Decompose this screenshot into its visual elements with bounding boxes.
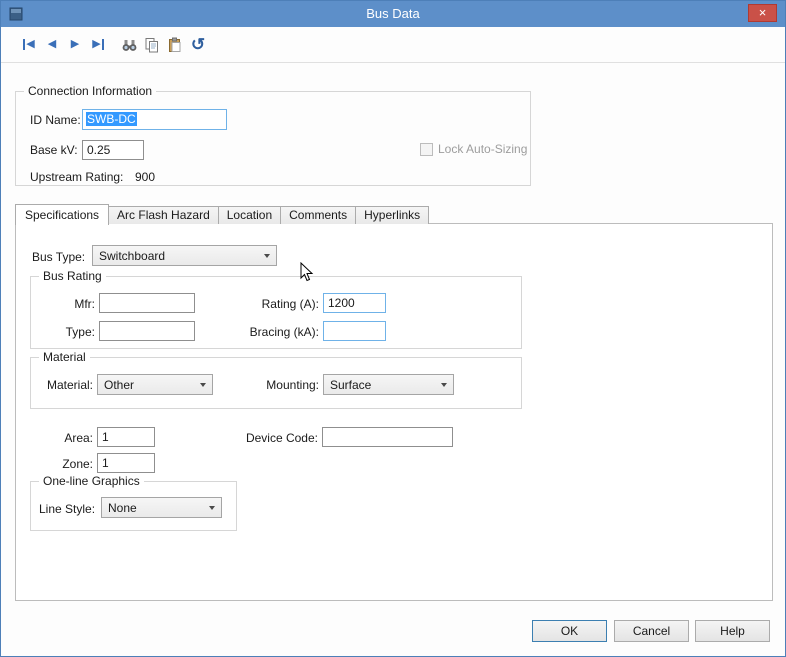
line-style-dropdown[interactable]: None <box>101 497 222 518</box>
type-input[interactable] <box>99 321 195 341</box>
area-input[interactable] <box>97 427 155 447</box>
bus-type-value: Switchboard <box>99 249 165 263</box>
base-kv-label: Base kV: <box>30 143 78 157</box>
refresh-icon: ↺ <box>191 36 205 53</box>
id-name-selected-text: SWB-DC <box>86 112 137 126</box>
mfr-label: Mfr: <box>39 297 95 311</box>
refresh-button[interactable]: ↺ <box>188 35 208 55</box>
window-title: Bus Data <box>1 1 785 27</box>
paste-icon <box>167 37 183 53</box>
mounting-label: Mounting: <box>231 378 319 392</box>
rating-input[interactable] <box>323 293 386 313</box>
rating-label: Rating (A): <box>209 297 319 311</box>
close-button[interactable]: × <box>748 4 777 22</box>
one-line-graphics-group: One-line Graphics Line Style: None <box>30 481 237 531</box>
tab-strip: Specifications Arc Flash Hazard Location… <box>15 204 429 224</box>
tab-comments[interactable]: Comments <box>280 206 356 224</box>
connection-information-group-title: Connection Information <box>24 84 156 98</box>
id-name-label: ID Name: <box>30 113 81 127</box>
base-kv-input[interactable] <box>82 140 144 160</box>
copy-button[interactable] <box>142 35 162 55</box>
id-name-input[interactable]: SWB-DC <box>82 109 227 130</box>
material-dropdown[interactable]: Other <box>97 374 213 395</box>
mfr-input[interactable] <box>99 293 195 313</box>
material-value: Other <box>104 378 134 392</box>
bus-data-dialog: Bus Data × ◀ ◀ ▶ ▶ ↺ Connection Informat… <box>0 0 786 657</box>
mounting-value: Surface <box>330 378 371 392</box>
previous-record-button[interactable]: ◀ <box>42 35 62 55</box>
material-group: Material Material: Other Mounting: Surfa… <box>30 357 522 409</box>
toolbar: ◀ ◀ ▶ ▶ ↺ <box>1 27 785 63</box>
tab-hyperlinks[interactable]: Hyperlinks <box>355 206 429 224</box>
find-button[interactable] <box>119 35 139 55</box>
last-record-icon: ▶ <box>92 39 103 50</box>
chevron-down-icon <box>441 383 447 387</box>
upstream-rating-value: 900 <box>135 170 155 184</box>
first-record-icon: ◀ <box>23 39 34 50</box>
line-style-value: None <box>108 501 137 515</box>
tab-arc-flash-hazard[interactable]: Arc Flash Hazard <box>108 206 219 224</box>
bus-type-dropdown[interactable]: Switchboard <box>92 245 277 266</box>
binoculars-icon <box>121 37 138 53</box>
mounting-dropdown[interactable]: Surface <box>323 374 454 395</box>
chevron-down-icon <box>209 506 215 510</box>
bus-type-label: Bus Type: <box>32 250 85 264</box>
bus-rating-group: Bus Rating Mfr: Rating (A): Type: Bracin… <box>30 276 522 349</box>
connection-information-group: Connection Information ID Name: SWB-DC B… <box>15 91 531 186</box>
bracing-label: Bracing (kA): <box>209 325 319 339</box>
upstream-rating-label: Upstream Rating: <box>30 170 123 184</box>
next-record-icon: ▶ <box>71 39 79 50</box>
zone-label: Zone: <box>37 457 93 471</box>
bus-rating-group-title: Bus Rating <box>39 269 106 283</box>
specifications-panel: Bus Type: Switchboard Bus Rating Mfr: Ra… <box>15 223 773 601</box>
next-record-button[interactable]: ▶ <box>65 35 85 55</box>
lock-auto-sizing-label: Lock Auto-Sizing <box>438 142 527 156</box>
line-style-label: Line Style: <box>39 502 95 516</box>
last-record-button[interactable]: ▶ <box>88 35 108 55</box>
cancel-button[interactable]: Cancel <box>614 620 689 642</box>
material-group-title: Material <box>39 350 90 364</box>
device-code-input[interactable] <box>322 427 453 447</box>
previous-record-icon: ◀ <box>48 39 56 50</box>
chevron-down-icon <box>200 383 206 387</box>
lock-auto-sizing-checkbox[interactable] <box>420 143 433 156</box>
bracing-input[interactable] <box>323 321 386 341</box>
title-bar: Bus Data × <box>1 1 785 27</box>
device-code-label: Device Code: <box>202 431 318 445</box>
copy-icon <box>144 37 160 53</box>
material-label: Material: <box>39 378 93 392</box>
paste-button[interactable] <box>165 35 185 55</box>
chevron-down-icon <box>264 254 270 258</box>
zone-input[interactable] <box>97 453 155 473</box>
tab-location[interactable]: Location <box>218 206 281 224</box>
type-label: Type: <box>39 325 95 339</box>
tab-specifications[interactable]: Specifications <box>15 204 109 225</box>
lock-auto-sizing-row: Lock Auto-Sizing <box>420 142 527 156</box>
help-button[interactable]: Help <box>695 620 770 642</box>
first-record-button[interactable]: ◀ <box>19 35 39 55</box>
one-line-graphics-group-title: One-line Graphics <box>39 474 144 488</box>
ok-button[interactable]: OK <box>532 620 607 642</box>
area-label: Area: <box>37 431 93 445</box>
